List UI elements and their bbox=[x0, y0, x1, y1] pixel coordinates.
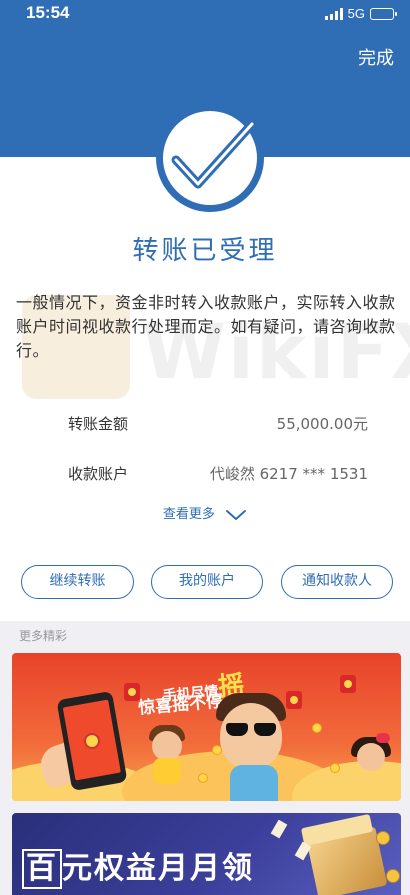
banner2-title: 百元权益月月领 bbox=[22, 843, 254, 889]
account-value: 代峻然 6217 *** 1531 bbox=[209, 465, 368, 483]
kid-illustration bbox=[152, 731, 182, 761]
coin-icon bbox=[376, 831, 390, 845]
status-indicators: 5G bbox=[324, 6, 397, 21]
coin-icon bbox=[212, 745, 222, 755]
amount-row: 转账金额 55,000.00元 bbox=[68, 413, 368, 437]
success-badge bbox=[156, 104, 264, 212]
result-description: 一般情况下，资金非时转入收款账户，实际转入收款账户时间视收款行处理而定。如有疑问… bbox=[16, 293, 396, 360]
account-row: 收款账户 代峻然 6217 *** 1531 bbox=[68, 463, 368, 487]
shake-promo-banner[interactable]: 手机尽情摇 惊喜摇不停 bbox=[12, 653, 401, 801]
red-envelope-icon bbox=[124, 683, 140, 701]
coin-icon bbox=[198, 773, 208, 783]
status-bar: 15:54 5G bbox=[0, 0, 410, 30]
amount-value: 55,000.00元 bbox=[276, 415, 368, 433]
banner2-title-rest: 元权益月月领 bbox=[62, 851, 254, 886]
more-section-label: 更多精彩 bbox=[19, 629, 68, 643]
red-envelope-icon bbox=[286, 691, 302, 709]
banner1-subtitle: 惊喜摇不停 bbox=[137, 691, 224, 719]
man-illustration bbox=[230, 765, 278, 801]
coin-icon bbox=[82, 731, 102, 751]
amount-label: 转账金额 bbox=[68, 415, 129, 433]
status-time: 15:54 bbox=[26, 3, 70, 22]
done-button[interactable]: 完成 bbox=[358, 44, 394, 70]
continue-transfer-button[interactable]: 继续转账 bbox=[21, 565, 134, 599]
signal-icon bbox=[324, 7, 343, 20]
coin-icon bbox=[386, 869, 400, 883]
network-label: 5G bbox=[347, 6, 365, 21]
phone-screen bbox=[62, 699, 121, 781]
sunglasses-icon bbox=[224, 723, 278, 737]
check-mark-icon bbox=[171, 119, 257, 189]
notify-payee-button[interactable]: 通知收款人 bbox=[281, 565, 393, 599]
girl-illustration bbox=[376, 733, 390, 743]
confetti-icon bbox=[270, 819, 288, 839]
my-account-button[interactable]: 我的账户 bbox=[151, 565, 263, 599]
monthly-benefit-banner[interactable]: 百元权益月月领 bbox=[12, 813, 401, 895]
kid-illustration bbox=[153, 758, 181, 784]
red-envelope-icon bbox=[340, 675, 356, 693]
coin-icon bbox=[330, 763, 340, 773]
girl-illustration bbox=[357, 743, 385, 771]
result-title: 转账已受理 bbox=[132, 236, 278, 266]
account-label: 收款账户 bbox=[68, 465, 129, 483]
battery-icon bbox=[370, 7, 397, 20]
coin-icon bbox=[312, 723, 322, 733]
view-more-toggle[interactable]: 查看更多 bbox=[0, 503, 410, 522]
view-more-label: 查看更多 bbox=[162, 507, 215, 522]
chevron-down-icon bbox=[226, 509, 247, 520]
banner2-first-char: 百 bbox=[22, 849, 62, 889]
